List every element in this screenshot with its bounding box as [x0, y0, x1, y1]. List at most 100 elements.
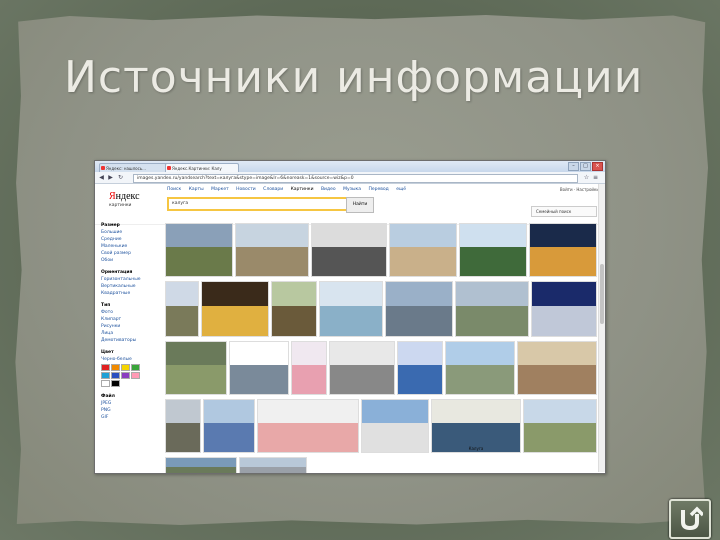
- image-thumbnail[interactable]: [165, 399, 201, 453]
- scrollbar-thumb[interactable]: [600, 264, 604, 324]
- nav-link[interactable]: ещё: [396, 187, 406, 192]
- image-thumbnail[interactable]: [201, 281, 269, 337]
- image-thumbnail[interactable]: [319, 281, 383, 337]
- color-swatch[interactable]: [111, 380, 120, 387]
- filter-item[interactable]: JPEG: [101, 401, 161, 406]
- filter-item[interactable]: Средние: [101, 237, 161, 242]
- thumbnail-sky: [258, 400, 358, 424]
- image-thumbnail[interactable]: [389, 223, 457, 277]
- color-swatch[interactable]: [111, 372, 120, 379]
- color-swatch[interactable]: [131, 364, 140, 371]
- minimize-button[interactable]: –: [568, 162, 579, 171]
- nav-link[interactable]: Новости: [236, 187, 256, 192]
- slide-title: Источники информации: [64, 52, 644, 103]
- filter-item[interactable]: Рисунки: [101, 324, 161, 329]
- image-thumbnail[interactable]: [291, 341, 327, 395]
- filter-item[interactable]: GIF: [101, 415, 161, 420]
- image-thumbnail[interactable]: [361, 399, 429, 453]
- image-thumbnail[interactable]: [165, 281, 199, 337]
- image-thumbnail[interactable]: [239, 457, 307, 473]
- yandex-logo[interactable]: Яндекс: [109, 191, 140, 202]
- image-thumbnail[interactable]: [517, 341, 597, 395]
- color-swatch[interactable]: [121, 364, 130, 371]
- color-swatch[interactable]: [111, 364, 120, 371]
- image-thumbnail[interactable]: [257, 399, 359, 453]
- nav-link[interactable]: Перевод: [368, 187, 388, 192]
- nav-link[interactable]: Музыка: [343, 187, 361, 192]
- image-thumbnail[interactable]: [165, 223, 233, 277]
- star-icon[interactable]: ☆: [583, 174, 590, 181]
- thumbnail-sky: [446, 342, 514, 366]
- filter-item[interactable]: Демотиваторы: [101, 338, 161, 343]
- family-filter-link[interactable]: Семейный поиск: [531, 206, 597, 217]
- wrench-icon[interactable]: ≡: [592, 174, 599, 181]
- color-swatch[interactable]: [131, 372, 140, 379]
- filter-group-orientation: Ориентация Горизонтальные Вертикальные К…: [101, 270, 161, 296]
- reload-icon[interactable]: ↻: [117, 174, 124, 181]
- maximize-button[interactable]: □: [580, 162, 591, 171]
- color-swatch[interactable]: [101, 364, 110, 371]
- color-swatch[interactable]: [121, 372, 130, 379]
- return-button[interactable]: [669, 499, 711, 539]
- user-links[interactable]: Войти · Настройки: [560, 187, 599, 192]
- image-thumbnail[interactable]: [271, 281, 317, 337]
- thumbnail-ground: [398, 365, 442, 394]
- image-thumbnail[interactable]: [397, 341, 443, 395]
- nav-link[interactable]: Карты: [189, 187, 204, 192]
- nav-link[interactable]: Словари: [263, 187, 283, 192]
- thumbnail-sky: [518, 342, 596, 366]
- filter-item[interactable]: Горизонтальные: [101, 277, 161, 282]
- filter-group-file: Файл JPEG PNG GIF: [101, 394, 161, 420]
- image-thumbnail[interactable]: [311, 223, 387, 277]
- image-thumbnail[interactable]: [165, 457, 237, 473]
- filter-item[interactable]: Фото: [101, 310, 161, 315]
- filter-item[interactable]: Обои: [101, 258, 161, 263]
- back-arrow-icon[interactable]: ◀: [98, 174, 105, 181]
- logo-text: ндекс: [115, 191, 140, 202]
- search-input[interactable]: калуга: [167, 197, 354, 211]
- nav-link[interactable]: Видео: [321, 187, 336, 192]
- image-thumbnail[interactable]: [165, 341, 227, 395]
- thumbnail-ground: [202, 306, 268, 336]
- image-thumbnail[interactable]: [385, 281, 453, 337]
- color-swatch[interactable]: [101, 380, 110, 387]
- image-thumbnail[interactable]: [459, 223, 527, 277]
- filter-item[interactable]: Лица: [101, 331, 161, 336]
- image-thumbnail[interactable]: [329, 341, 395, 395]
- image-thumbnail[interactable]: Калуга: [431, 399, 521, 453]
- forward-arrow-icon[interactable]: ▶: [107, 174, 114, 181]
- image-thumbnail[interactable]: [235, 223, 309, 277]
- image-thumbnail[interactable]: [455, 281, 529, 337]
- image-thumbnail[interactable]: [229, 341, 289, 395]
- thumbnail-sky: [272, 282, 316, 307]
- image-thumbnail[interactable]: [531, 281, 597, 337]
- filter-item[interactable]: Маленькие: [101, 244, 161, 249]
- filter-item[interactable]: Клипарт: [101, 317, 161, 322]
- filter-item[interactable]: Черно-белые: [101, 357, 161, 362]
- thumbnail-sky: [292, 342, 326, 366]
- thumbnail-sky: [524, 400, 596, 424]
- image-thumbnail[interactable]: [529, 223, 597, 277]
- scrollbar[interactable]: [598, 184, 605, 472]
- filter-item[interactable]: Свой размер: [101, 251, 161, 256]
- close-button[interactable]: ×: [592, 162, 603, 171]
- filter-item[interactable]: Вертикальные: [101, 284, 161, 289]
- search-button[interactable]: Найти: [346, 197, 374, 213]
- color-swatches: [101, 364, 141, 387]
- thumbnail-ground: [166, 306, 198, 336]
- image-thumbnail[interactable]: [203, 399, 255, 453]
- thumbnail-sky: [460, 224, 526, 248]
- filter-item[interactable]: Большие: [101, 230, 161, 235]
- filter-item[interactable]: Квадратные: [101, 291, 161, 296]
- address-bar[interactable]: images.yandex.ru/yandsearch?text=калуга&…: [133, 174, 578, 183]
- nav-link[interactable]: Поиск: [167, 187, 181, 192]
- nav-link-active[interactable]: Картинки: [291, 187, 314, 192]
- image-thumbnail[interactable]: [445, 341, 515, 395]
- nav-link[interactable]: Маркет: [211, 187, 229, 192]
- thumbnail-sky: [204, 400, 254, 424]
- color-swatch[interactable]: [101, 372, 110, 379]
- thumbnail-ground: [258, 423, 358, 452]
- image-thumbnail[interactable]: [523, 399, 597, 453]
- filter-item[interactable]: PNG: [101, 408, 161, 413]
- thumbnail-caption: Калуга: [468, 446, 484, 451]
